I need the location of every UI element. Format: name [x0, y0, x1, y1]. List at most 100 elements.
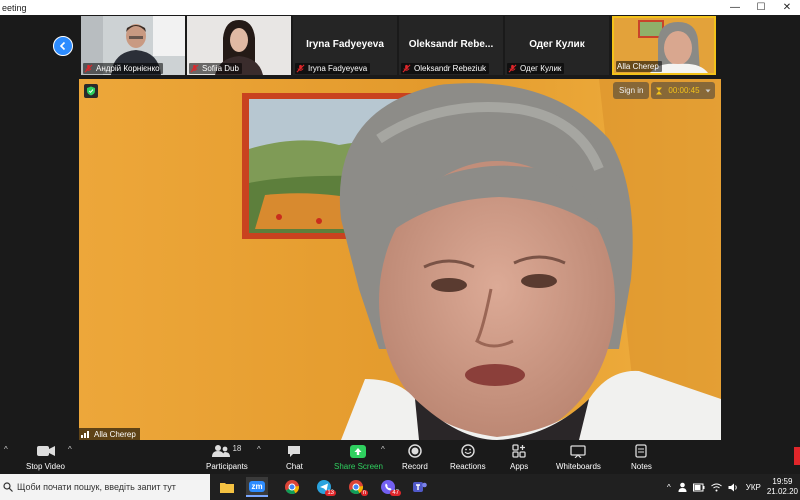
zoom-window: eeting — ☐ ✕ Андрій Корнієнко Sofiia Dub…	[0, 0, 800, 500]
share-screen-label: Share Screen	[334, 462, 383, 471]
system-tray: ^ УКР 19:59 21.02.20	[663, 474, 800, 500]
chat-button[interactable]: Chat	[286, 442, 303, 471]
search-icon	[3, 482, 13, 492]
chevron-left-icon	[59, 41, 66, 51]
reactions-button[interactable]: Reactions	[450, 442, 486, 471]
video-camera-icon	[36, 446, 55, 456]
whiteboards-button[interactable]: Whiteboards	[556, 442, 601, 471]
maximize-button[interactable]: ☐	[748, 0, 774, 15]
participant-tile[interactable]: Sofiia Dub	[187, 16, 291, 75]
signal-strength-icon	[81, 431, 89, 438]
video-options-caret[interactable]: ^	[68, 445, 72, 454]
participant-label: Андрій Корнієнко	[83, 63, 163, 74]
telegram-badge: 13	[325, 490, 336, 496]
taskbar-search[interactable]: Щоби почати пошук, введіть запит тут	[0, 474, 210, 500]
notes-button[interactable]: Notes	[631, 442, 652, 471]
taskbar-clock[interactable]: 19:59 21.02.20	[767, 477, 798, 497]
whiteboards-label: Whiteboards	[556, 462, 601, 471]
hourglass-icon	[656, 87, 662, 94]
record-button[interactable]: Record	[402, 442, 428, 471]
participant-label: Oleksandr Rebeziuk	[401, 63, 490, 74]
viber-badge: 47	[390, 490, 401, 496]
chrome-app-2[interactable]: n	[345, 477, 368, 497]
audio-options-caret[interactable]: ^	[4, 445, 8, 454]
mic-muted-icon	[508, 64, 517, 73]
person-icon[interactable]	[678, 482, 687, 492]
window-controls: — ☐ ✕	[722, 0, 800, 15]
apps-label: Apps	[510, 462, 529, 471]
chrome-app[interactable]	[281, 477, 303, 497]
folder-icon	[220, 483, 234, 493]
chat-label: Chat	[286, 462, 303, 471]
title-bar: eeting — ☐ ✕	[0, 0, 800, 15]
wifi-icon[interactable]	[710, 483, 722, 492]
apps-button[interactable]: Apps	[510, 442, 528, 471]
battery-icon[interactable]	[692, 483, 705, 492]
participant-tile-active[interactable]: Alla Cherep	[612, 16, 716, 75]
back-arrow-button[interactable]	[53, 36, 73, 56]
whiteboard-icon	[570, 444, 587, 458]
speaker-video-frame	[79, 79, 721, 440]
participant-tile[interactable]: Андрій Корнієнко	[81, 16, 185, 75]
notes-icon	[635, 444, 648, 458]
teams-icon	[413, 482, 427, 492]
mic-muted-icon	[84, 64, 93, 73]
viber-app[interactable]: 47	[377, 477, 401, 497]
share-screen-button[interactable]: Share Screen	[334, 442, 383, 471]
participant-tile[interactable]: Одег Кулик Одег Кулик	[505, 16, 609, 75]
speaker-name: Alla Cherep	[94, 429, 136, 439]
record-label: Record	[402, 462, 428, 471]
notes-label: Notes	[631, 462, 652, 471]
security-shield-icon[interactable]	[84, 84, 98, 98]
close-button[interactable]: ✕	[774, 0, 800, 15]
participants-button[interactable]: 18 Participants	[206, 442, 248, 472]
participant-tile[interactable]: Oleksandr Rebe... Oleksandr Rebeziuk	[399, 16, 503, 75]
participant-name: Alla Cherep	[617, 62, 659, 71]
shield-icon	[87, 86, 95, 96]
speaker-label: Alla Cherep	[79, 428, 140, 440]
zoom-icon: zm	[249, 480, 265, 492]
participant-name: Oleksandr Rebeziuk	[414, 64, 487, 73]
mic-muted-icon	[296, 64, 305, 73]
participant-name: Iryna Fadyeyeva	[308, 64, 368, 73]
language-indicator[interactable]: УКР	[746, 483, 761, 492]
chevron-down-icon	[705, 89, 711, 92]
participant-tile-name: Одег Кулик	[529, 39, 585, 50]
participant-label: Одег Кулик	[507, 63, 565, 74]
participant-name: Андрій Корнієнко	[96, 64, 160, 73]
participants-label: Participants	[206, 462, 248, 471]
stop-video-label: Stop Video	[26, 462, 65, 471]
end-meeting-edge[interactable]	[794, 447, 800, 465]
chrome-icon	[285, 480, 299, 494]
tray-expand-icon[interactable]: ^	[667, 483, 671, 492]
clock-time: 19:59	[772, 477, 793, 486]
stop-video-button[interactable]: Stop Video	[26, 442, 65, 471]
participant-label: Iryna Fadyeyeva	[295, 63, 371, 74]
window-title: eeting	[2, 2, 27, 13]
share-options-caret[interactable]: ^	[381, 445, 385, 454]
apps-icon	[512, 444, 526, 458]
sign-in-button[interactable]: Sign in	[613, 82, 650, 99]
active-speaker-video[interactable]: Sign in 00:00:45 Alla Cherep	[79, 79, 721, 440]
volume-icon[interactable]	[728, 483, 739, 492]
participant-tile-name: Oleksandr Rebe...	[408, 39, 494, 50]
mic-muted-icon	[402, 64, 411, 73]
windows-taskbar: Щоби почати пошук, введіть запит тут zm …	[0, 474, 800, 500]
zoom-app[interactable]: zm	[246, 477, 268, 497]
chrome-badge: n	[360, 490, 368, 496]
search-placeholder: Щоби почати пошук, введіть запит тут	[17, 482, 176, 492]
minimize-button[interactable]: —	[722, 0, 748, 15]
participants-count: 18	[232, 443, 242, 453]
record-icon	[408, 444, 422, 458]
participants-options-caret[interactable]: ^	[257, 445, 261, 454]
recording-timer[interactable]: 00:00:45	[651, 82, 715, 99]
smiley-icon	[461, 444, 475, 458]
telegram-app[interactable]: 13	[313, 477, 336, 497]
clock-date: 21.02.20	[766, 487, 798, 496]
teams-app[interactable]	[409, 477, 431, 497]
participant-tile[interactable]: Iryna Fadyeyeva Iryna Fadyeyeva	[293, 16, 397, 75]
reactions-label: Reactions	[450, 462, 486, 471]
file-explorer-app[interactable]	[216, 477, 238, 497]
mic-muted-icon	[190, 64, 199, 73]
meeting-toolbar: ^ Stop Video ^ 18 Participants ^ Chat Sh…	[0, 440, 800, 474]
